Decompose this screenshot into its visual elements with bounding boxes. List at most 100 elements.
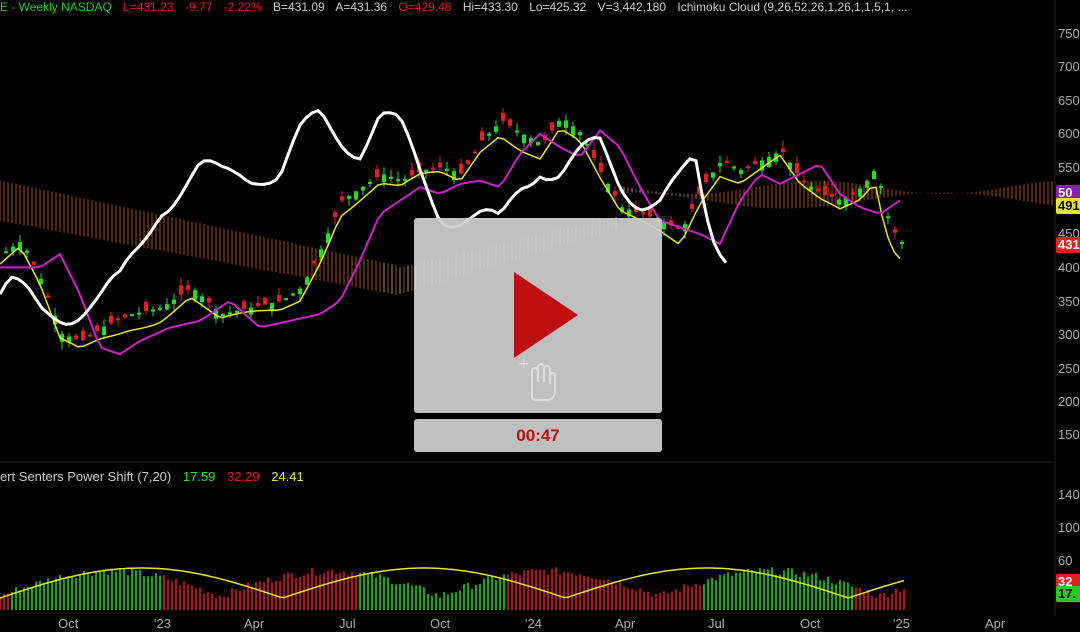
candle-body (522, 134, 526, 144)
y-tick: 750 (1058, 26, 1080, 41)
candle-body (186, 285, 190, 291)
y-tick: 140 (1058, 487, 1080, 502)
candle-body (641, 212, 645, 215)
candle-body (109, 315, 113, 324)
candle-body (144, 301, 148, 312)
candle-body (536, 141, 540, 146)
playback-time: 00:47 (414, 419, 662, 452)
candle-body (592, 150, 596, 158)
candle-body (312, 260, 316, 264)
candle-body (354, 191, 358, 200)
y-tick: 100 (1058, 520, 1080, 535)
y-tick: 350 (1058, 294, 1080, 309)
candle-body (95, 325, 99, 331)
y-tick: 400 (1058, 260, 1080, 275)
candle-body (487, 133, 491, 136)
candle-body (732, 166, 736, 169)
candle-body (298, 288, 302, 295)
candle-body (459, 163, 463, 174)
y-tick: 200 (1058, 394, 1080, 409)
play-icon[interactable] (514, 272, 578, 358)
candle-body (207, 297, 211, 303)
candle-body (368, 181, 372, 184)
tenkan-price-tag: 491 (1056, 198, 1080, 214)
chart-header: E - Weekly NASDAQ L=431.23 -9.77 -2.22% … (0, 0, 916, 14)
candle-body (221, 313, 225, 316)
candle-body (473, 151, 477, 154)
candle-body (284, 298, 288, 301)
indicator-header: ert Senters Power Shift (7,20) 17.59 32.… (0, 469, 312, 484)
change-percent: -2.22% (223, 0, 262, 14)
candle-body (501, 112, 505, 122)
y-tick: 250 (1058, 361, 1080, 376)
study-label: Ichimoku Cloud (9,26,52,26,1,26,1,1,5,1,… (677, 0, 908, 14)
candle-body (410, 169, 414, 176)
candle-body (340, 196, 344, 201)
candle-body (361, 186, 365, 191)
indicator-green-tag: 17. (1056, 586, 1080, 602)
candle-body (172, 299, 176, 305)
candle-body (879, 185, 883, 188)
hand-cursor-icon: + (518, 358, 556, 401)
candle-body (508, 119, 512, 126)
candle-body (718, 163, 722, 167)
candle-body (795, 163, 799, 174)
x-tick: '24 (525, 616, 542, 631)
candle-body (277, 294, 281, 302)
candle-body (32, 261, 36, 265)
video-player-overlay[interactable]: + (414, 218, 662, 413)
candle-body (515, 130, 519, 133)
x-tick: Oct (430, 616, 451, 631)
candle-body (291, 293, 295, 296)
candle-body (137, 312, 141, 315)
candle-body (25, 250, 29, 253)
svg-text:+: + (518, 358, 530, 372)
symbol-label: E - Weekly NASDAQ (0, 0, 112, 14)
candle-body (704, 174, 708, 182)
candle-body (305, 277, 309, 285)
indicator-value-red: 32.29 (227, 469, 260, 484)
candle-body (872, 171, 876, 179)
candle-body (746, 166, 750, 169)
candle-body (893, 229, 897, 233)
y-tick: 700 (1058, 59, 1080, 74)
candle-body (200, 296, 204, 303)
candle-body (242, 301, 246, 310)
last-price: L=431.23 (123, 0, 174, 14)
x-tick: '25 (893, 616, 910, 631)
ask-price: A=431.36 (335, 0, 388, 14)
y-tick: 550 (1058, 160, 1080, 175)
candle-body (816, 188, 820, 192)
x-tick: Oct (58, 616, 79, 631)
candle-body (389, 176, 393, 179)
indicator-value-yellow: 24.41 (271, 469, 304, 484)
candle-body (228, 312, 232, 315)
candle-body (235, 310, 239, 313)
candle-body (564, 120, 568, 128)
candle-body (403, 179, 407, 182)
candle-body (263, 297, 267, 305)
candle-body (179, 285, 183, 295)
candle-body (347, 195, 351, 199)
bid-price: B=431.09 (272, 0, 325, 14)
candle-body (151, 309, 155, 312)
candle-body (438, 162, 442, 168)
candle-body (830, 193, 834, 198)
x-tick: Apr (244, 616, 265, 631)
candle-body (431, 167, 435, 170)
x-tick: Apr (985, 616, 1006, 631)
candle-body (116, 318, 120, 321)
candle-body (88, 334, 92, 337)
candle-body (837, 199, 841, 205)
indicator-name: ert Senters Power Shift (7,20) (0, 469, 172, 484)
low-price: Lo=425.32 (529, 0, 587, 14)
candle-body (725, 160, 729, 164)
candle-body (193, 290, 197, 300)
indicator-value-green: 17.59 (182, 469, 216, 484)
candle-body (333, 212, 337, 217)
candle-body (375, 169, 379, 178)
change-value: -9.77 (184, 0, 213, 14)
candle-body (130, 314, 134, 317)
candle-body (494, 126, 498, 132)
open-price: O=429.48 (398, 0, 452, 14)
